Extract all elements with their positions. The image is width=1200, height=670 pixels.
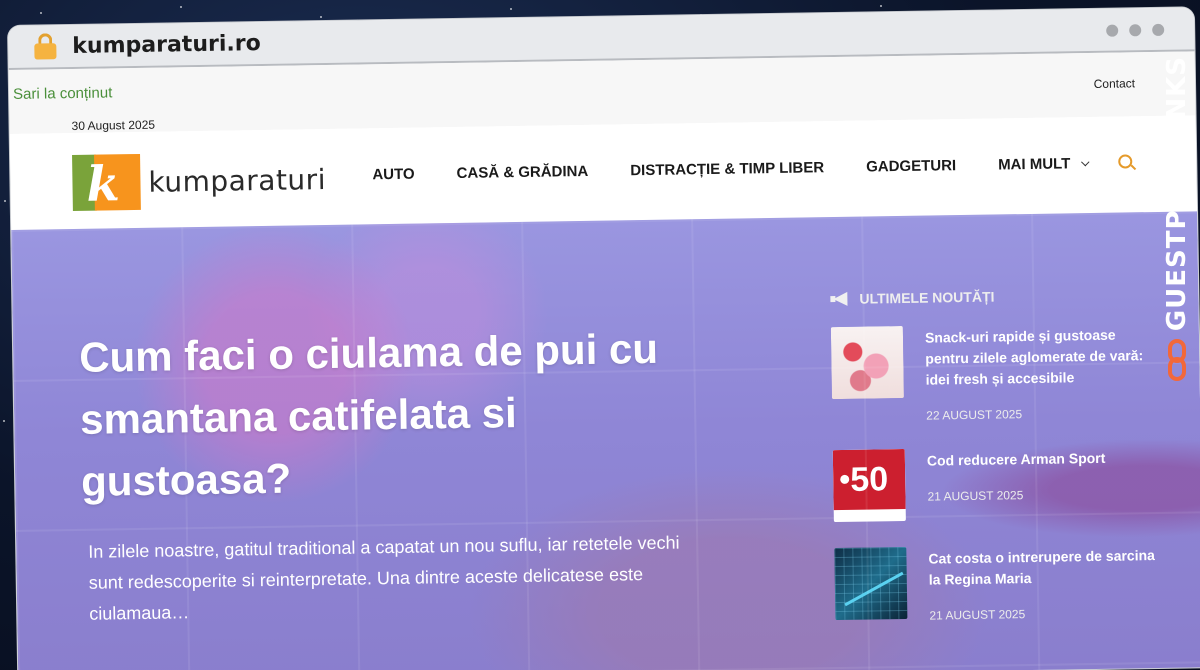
hero-excerpt: In zilele noastre, gatitul traditional a… [88, 532, 680, 624]
chevron-down-icon [1081, 157, 1090, 166]
logo-text: kumparaturi [148, 162, 327, 199]
guestpostlinks-watermark: GUESTPOSTLINKS [1160, 56, 1194, 382]
nav-item-casa-gradina[interactable]: CASĂ & GRĂDINA [456, 163, 588, 182]
latest-news: ULTIMELE NOUTĂȚI Snack-uri rapide și gus… [830, 286, 1166, 650]
url-text[interactable]: kumparaturi.ro [72, 31, 261, 59]
news-item[interactable]: Snack-uri rapide și gustoase pentru zile… [830, 322, 1162, 424]
news-title[interactable]: Cod reducere Arman Sport [927, 448, 1106, 472]
latest-news-heading: ULTIMELE NOUTĂȚI [830, 286, 1160, 307]
site-logo[interactable]: k kumparaturi [72, 151, 327, 213]
news-item[interactable]: Cat costa o intrerupere de sarcina la Re… [834, 543, 1165, 624]
browser-window: kumparaturi.ro Sari la conținut 30 Augus… [8, 7, 1200, 670]
news-item[interactable]: 50 Cod reducere Arman Sport 21 AUGUST 20… [832, 445, 1164, 523]
hero-banner: Cum faci o ciulama de pui cu smantana ca… [11, 211, 1200, 670]
main-nav: AUTO CASĂ & GRĂDINA DISTRACȚIE & TIMP LI… [372, 155, 1090, 184]
window-controls [1106, 23, 1165, 37]
window-dot-icon[interactable] [1129, 24, 1142, 37]
news-thumbnail[interactable]: 50 [832, 448, 906, 523]
news-thumbnail[interactable] [830, 325, 904, 400]
megaphone-icon [830, 291, 850, 306]
chain-link-icon [1166, 339, 1188, 382]
news-thumbnail[interactable] [834, 546, 908, 621]
nav-item-distractie[interactable]: DISTRACȚIE & TIMP LIBER [630, 159, 824, 179]
hero-title[interactable]: Cum faci o ciulama de pui cu smantana ca… [79, 317, 722, 513]
skip-to-content-link[interactable]: Sari la conținut [13, 84, 112, 103]
nav-item-auto[interactable]: AUTO [372, 166, 414, 184]
logo-mark: k [72, 153, 141, 213]
news-date: 22 AUGUST 2025 [926, 407, 1023, 423]
nav-item-mai-mult[interactable]: MAI MULT [998, 155, 1090, 173]
news-date: 21 AUGUST 2025 [927, 488, 1024, 504]
watermark-text: GUESTPOSTLINKS [1162, 56, 1192, 332]
window-dot-icon[interactable] [1106, 24, 1119, 37]
search-icon[interactable] [1118, 154, 1137, 172]
lock-icon [34, 33, 57, 60]
news-title[interactable]: Snack-uri rapide și gustoase pentru zile… [925, 324, 1162, 391]
contact-link[interactable]: Contact [1094, 76, 1136, 91]
news-date: 21 AUGUST 2025 [929, 607, 1026, 623]
current-date: 30 August 2025 [71, 117, 156, 134]
window-dot-icon[interactable] [1152, 23, 1165, 37]
site-header: k kumparaturi AUTO CASĂ & GRĂDINA DISTRA… [9, 115, 1198, 230]
nav-item-gadgeturi[interactable]: GADGETURI [866, 157, 956, 175]
news-title[interactable]: Cat costa o intrerupere de sarcina la Re… [928, 545, 1165, 591]
